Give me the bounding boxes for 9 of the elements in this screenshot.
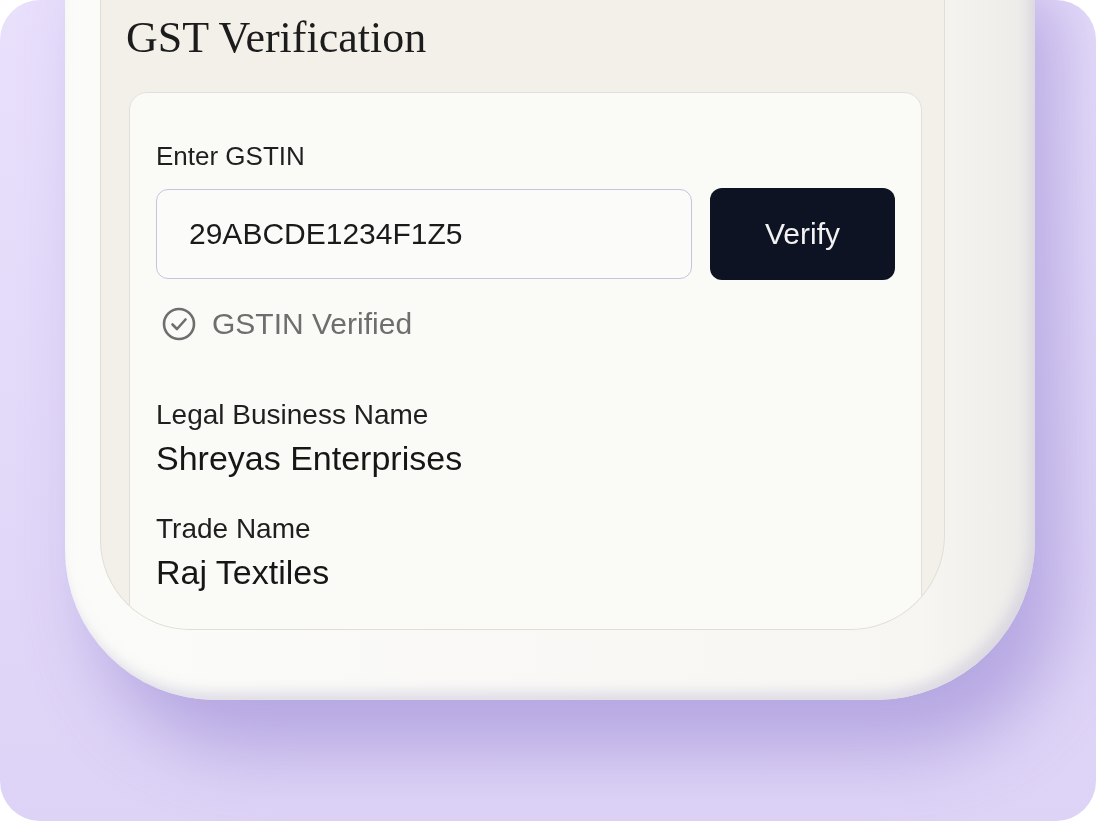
gstin-input[interactable]: 29ABCDE1234F1Z5: [156, 189, 692, 279]
detail-label: Legal Business Name: [156, 398, 429, 432]
detail-value: Shreyas Enterprises: [156, 437, 463, 479]
field-label: Enter GSTIN: [156, 140, 305, 172]
screen-title: GST Verification: [126, 12, 427, 64]
status-text: GSTIN Verified: [212, 306, 413, 342]
detail-value: Raj Textiles: [156, 551, 330, 593]
verify-button[interactable]: Verify: [710, 188, 895, 280]
detail-label: Trade Name: [156, 512, 311, 546]
